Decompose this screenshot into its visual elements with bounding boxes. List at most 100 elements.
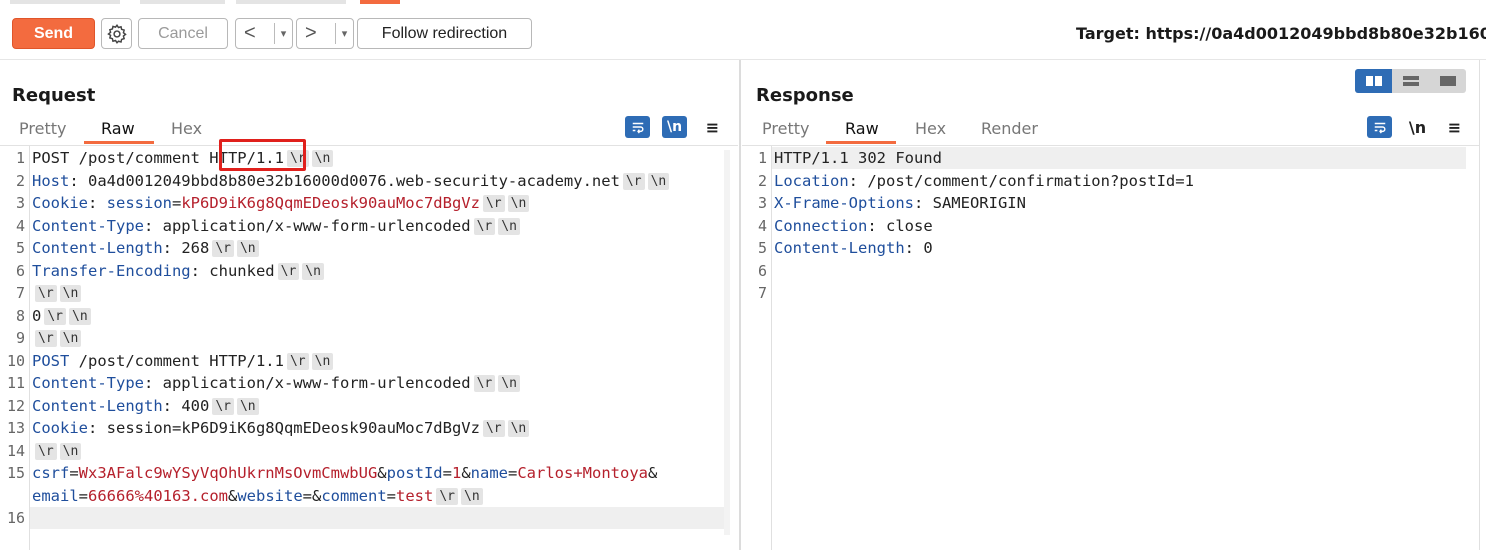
- header-key: csrf: [32, 464, 70, 482]
- layout-switcher: [1355, 69, 1466, 93]
- pane-divider[interactable]: [739, 60, 741, 550]
- request-menu-button[interactable]: ≡: [700, 116, 725, 138]
- code-line[interactable]: 6 Transfer-Encoding: chunked \r \n: [0, 260, 738, 282]
- param-value: kP6D9iK6g8QqmEDeosk90auMoc7dBgVz: [181, 194, 480, 212]
- code-token: =: [69, 464, 79, 482]
- code-line[interactable]: 1 HTTP/1.1 302 Found: [758, 147, 1466, 169]
- code-text: email=66666%40163.com&website=&comment=t…: [32, 485, 483, 507]
- layout-split-horizontal-button[interactable]: [1392, 69, 1429, 93]
- code-text: HTTP/1.1 302 Found: [774, 147, 942, 169]
- code-token: : SAMEORIGIN: [913, 194, 1026, 212]
- code-text: \r \n: [32, 327, 82, 349]
- header-key: email: [32, 486, 79, 505]
- header-key: postId: [386, 464, 443, 482]
- settings-button[interactable]: [101, 18, 132, 49]
- crlf-marker: \r: [212, 397, 234, 415]
- layout-single-pane-button[interactable]: [1429, 69, 1466, 93]
- request-tab-pretty[interactable]: Pretty: [19, 119, 66, 138]
- crlf-marker: \n: [59, 285, 82, 302]
- back-history-dropdown[interactable]: ▾: [274, 23, 292, 44]
- request-tab-separator: [0, 145, 738, 146]
- line-number: 10: [6, 351, 25, 370]
- tab-strip-active-stub: [360, 0, 400, 4]
- line-number: 2: [757, 171, 767, 190]
- response-tab-separator: [742, 145, 1480, 146]
- forward-button[interactable]: > ▾: [296, 18, 354, 49]
- response-tab-raw[interactable]: Raw: [845, 119, 879, 138]
- response-right-border: [1479, 60, 1480, 550]
- layout-split-vertical-button[interactable]: [1355, 69, 1392, 93]
- follow-redirection-button[interactable]: Follow redirection: [357, 18, 532, 49]
- code-text: 0 \r \n: [32, 305, 91, 327]
- request-tab-hex[interactable]: Hex: [171, 119, 202, 138]
- request-wrap-lines-button[interactable]: [625, 116, 650, 138]
- newline-icon: \n: [666, 119, 683, 135]
- code-line[interactable]: 14 \r \n: [0, 440, 738, 462]
- crlf-marker: \n: [311, 352, 334, 370]
- code-line[interactable]: 7: [742, 282, 1480, 304]
- code-token: =: [508, 464, 518, 482]
- response-active-tab-indicator: [826, 141, 896, 144]
- crlf-marker: \r: [286, 352, 309, 370]
- target-label[interactable]: Target: https://0a4d0012049bbd8b80e32b16…: [1076, 24, 1486, 43]
- header-key: comment: [321, 486, 387, 505]
- code-token: : close: [867, 216, 933, 235]
- code-token: 0: [32, 306, 42, 325]
- code-line[interactable]: 3 Cookie: session=kP6D9iK6g8QqmEDeosk90au…: [0, 192, 738, 214]
- crlf-marker: \r: [35, 330, 57, 347]
- line-number: 1: [757, 149, 767, 167]
- code-token: &: [377, 464, 387, 482]
- code-line[interactable]: 15 csrf=Wx3AFalc9wYSyVqOhUkrnMsOvmCmwbUG&…: [0, 462, 738, 484]
- line-number: 1: [15, 149, 25, 167]
- code-line[interactable]: 6: [742, 260, 1480, 282]
- code-line[interactable]: 4 Connection: close: [742, 215, 1480, 237]
- back-button[interactable]: < ▾: [235, 18, 293, 49]
- response-tab-render[interactable]: Render: [981, 119, 1038, 138]
- crlf-marker: \r: [436, 487, 458, 505]
- tab-strip-stub: [140, 0, 225, 4]
- code-line[interactable]: 11 Content-Type: application/x-www-form-u…: [0, 372, 738, 394]
- forward-history-dropdown[interactable]: ▾: [335, 23, 353, 44]
- header-key: Location: [774, 171, 849, 190]
- crlf-marker: \r: [35, 285, 57, 302]
- request-show-newlines-button[interactable]: \n: [662, 116, 687, 138]
- code-line[interactable]: 7 \r \n: [0, 282, 738, 304]
- response-menu-button[interactable]: ≡: [1442, 116, 1467, 138]
- code-line[interactable]: 2 Host: 0a4d0012049bbd8b80e32b16000d0076.…: [0, 170, 738, 192]
- param-value: 1: [451, 464, 462, 482]
- line-number: 6: [757, 261, 767, 280]
- code-token: =: [172, 194, 182, 212]
- code-line[interactable]: 10 POST /post/comment HTTP/1.1 \r \n: [0, 350, 738, 372]
- header-key: name: [470, 464, 508, 482]
- code-token: : 268: [162, 239, 210, 257]
- send-button[interactable]: Send: [12, 18, 95, 49]
- code-token: : 0: [904, 239, 933, 257]
- code-line[interactable]: email=66666%40163.com&website=&comment=t…: [0, 485, 738, 507]
- code-line[interactable]: 4 Content-Type: application/x-www-form-ur…: [0, 215, 738, 237]
- code-line[interactable]: 13 Cookie: session=kP6D9iK6g8QqmEDeosk90a…: [0, 417, 738, 439]
- code-text: Cookie: session=kP6D9iK6g8QqmEDeosk90auM…: [32, 417, 530, 439]
- code-line[interactable]: 9 \r \n: [0, 327, 738, 349]
- crlf-marker: \n: [59, 330, 82, 347]
- code-line[interactable]: 1 POST /post/comment HTTP/1.1 \r \n: [0, 147, 738, 169]
- wrap-icon: [632, 122, 643, 134]
- code-token: =: [442, 464, 452, 482]
- crlf-marker: \n: [236, 240, 259, 257]
- response-tab-hex[interactable]: Hex: [915, 119, 946, 138]
- code-line[interactable]: 5 Content-Length: 268 \r \n: [0, 237, 738, 259]
- request-scrollbar[interactable]: [724, 150, 730, 535]
- crlf-marker: \r: [212, 240, 234, 257]
- code-line[interactable]: 3 X-Frame-Options: SAMEORIGIN: [742, 192, 1480, 214]
- response-tab-pretty[interactable]: Pretty: [762, 119, 809, 138]
- response-show-newlines-button[interactable]: \n: [1405, 116, 1430, 138]
- code-line[interactable]: 2 Location: /post/comment/confirmation?po…: [742, 170, 1480, 192]
- cancel-button[interactable]: Cancel: [138, 18, 228, 49]
- code-line[interactable]: 12 Content-Length: 400 \r \n: [0, 395, 738, 417]
- line-number: 3: [15, 194, 25, 212]
- param-value: Carlos+Montoya: [517, 464, 648, 482]
- code-line[interactable]: 5 Content-Length: 0: [742, 237, 1480, 259]
- request-tab-raw[interactable]: Raw: [101, 119, 135, 138]
- code-line[interactable]: 8 0 \r \n: [0, 305, 738, 327]
- response-wrap-lines-button[interactable]: [1367, 116, 1392, 138]
- code-line[interactable]: 16: [7, 507, 724, 529]
